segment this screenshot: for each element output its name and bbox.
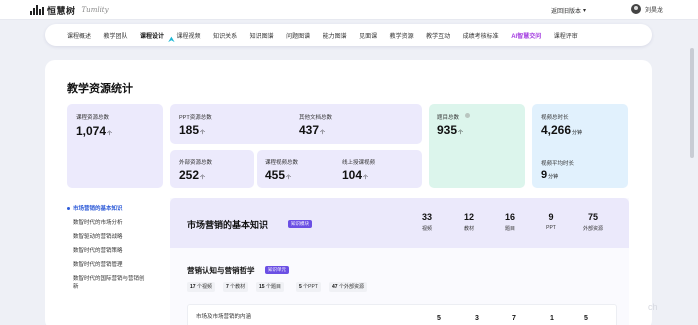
stat-value: 437个: [299, 123, 326, 137]
tab-teaching-resources[interactable]: 教学资源: [390, 31, 414, 40]
row-value: 3: [475, 315, 479, 322]
tab-knowledge-graph[interactable]: 知识图谱: [250, 31, 274, 40]
stat-label: 外部资源总数: [179, 160, 213, 166]
stat-value: 9分钟: [541, 169, 559, 181]
page-scrollbar[interactable]: [690, 48, 694, 158]
stat-label: 题目总数: [437, 115, 460, 121]
stat-value: 185个: [179, 123, 206, 137]
unit-pill-questions: 15 个题目: [256, 282, 284, 292]
unit-pill-textbooks: 7 个教材: [223, 282, 249, 292]
row-value: 5: [584, 315, 588, 322]
unit-pill-videos: 17 个视频: [187, 282, 215, 292]
tab-course-overview[interactable]: 课程概述: [67, 31, 91, 40]
table-row[interactable]: 市场及市场营销的内涵 5 3 7 1 5: [187, 304, 617, 325]
tab-grading-standard[interactable]: 成绩考核标准: [463, 31, 499, 40]
version-switch[interactable]: 返回旧版本 ▾: [551, 6, 586, 15]
stat-label: PPT资源总数: [179, 115, 212, 121]
row-value: 5: [437, 315, 441, 322]
menu-item-chapter-5[interactable]: 数智时代的营销管理: [67, 258, 163, 272]
tab-knowledge-relation[interactable]: 知识关系: [213, 31, 237, 40]
tab-question-graph[interactable]: 问题图谱: [286, 31, 310, 40]
logo-bars-icon: [30, 5, 44, 15]
app-logo[interactable]: 恒慧树 Tumlity: [30, 4, 109, 16]
header-stat-videos: 33 视频: [421, 212, 432, 232]
logo-script: Tumlity: [81, 6, 109, 14]
stat-value: 935个: [437, 123, 464, 137]
row-value: 1: [550, 315, 554, 322]
watermark: ch: [648, 302, 658, 312]
section-title: 教学资源统计: [67, 83, 133, 95]
chevron-down-icon: ▾: [583, 8, 587, 14]
unit-pill-ppt: 5 个PPT: [296, 282, 321, 292]
stat-label: 视频平均时长: [541, 161, 575, 167]
module-tag: 知识模块: [288, 220, 312, 228]
tab-ability-graph[interactable]: 能力图谱: [323, 31, 347, 40]
tab-course-video[interactable]: 课程视频: [177, 31, 201, 40]
stat-value: 104个: [342, 168, 369, 182]
stat-group-docs: PPT资源总数 185个 其他文档总数 437个: [170, 104, 422, 144]
tab-course-design[interactable]: 课程设计: [140, 31, 164, 40]
module-header: 市场营销的基本知识 知识模块 33 视频 12 教材 16 题目 9 PPT 7…: [170, 198, 629, 248]
stat-external: 外部资源总数 252个: [170, 150, 254, 188]
tab-teaching-interaction[interactable]: 教学互动: [426, 31, 450, 40]
menu-item-chapter-6[interactable]: 数智时代的国际营销与营销创新: [67, 272, 147, 296]
stat-group-videos: 课程视频总数 455个 线上授课视频 104个: [257, 150, 422, 188]
info-icon[interactable]: [465, 113, 470, 118]
stat-value: 1,074个: [76, 124, 113, 138]
row-value: 7: [512, 315, 516, 322]
stat-questions: 题目总数 935个: [429, 104, 525, 188]
stat-label: 课程资源总数: [76, 115, 110, 121]
row-label: 市场及市场营销的内涵: [196, 314, 252, 320]
menu-item-chapter-2[interactable]: 数智时代的市场分析: [67, 216, 163, 230]
header-stat-questions: 16 题目: [504, 212, 515, 232]
menu-item-chapter-4[interactable]: 数智时代的营销策略: [67, 244, 163, 258]
tab-teaching-team[interactable]: 教学团队: [104, 31, 128, 40]
tab-meeting-class[interactable]: 见面课: [359, 31, 377, 40]
user-menu[interactable]: 刘昊龙: [631, 4, 663, 14]
course-nav: 课程概述 教学团队 课程设计 课程视频 知识关系 知识图谱 问题图谱 能力图谱 …: [45, 24, 652, 46]
unit-title: 营销认知与营销哲学: [187, 266, 255, 275]
stat-value: 455个: [265, 168, 292, 182]
stat-label: 其他文档总数: [299, 115, 333, 121]
menu-item-chapter-1[interactable]: 市场营销的基本知识: [67, 202, 163, 216]
menu-item-chapter-3[interactable]: 数智驱动的营销战略: [67, 230, 163, 244]
tab-ai-qa[interactable]: AI智慧交问: [511, 31, 541, 40]
user-name: 刘昊龙: [645, 7, 664, 14]
stat-course-total: 课程资源总数 1,074个: [67, 104, 163, 188]
unit-tag: 知识单元: [265, 266, 289, 274]
header-stat-ppt: 9 PPT: [546, 212, 556, 231]
logo-text: 恒慧树: [47, 5, 76, 16]
stat-value: 4,266分钟: [541, 123, 583, 137]
header-stat-external: 75 外部资源: [582, 212, 603, 232]
stat-value: 252个: [179, 168, 206, 182]
stat-label: 课程视频总数: [265, 160, 299, 166]
chapter-menu: 市场营销的基本知识 数智时代的市场分析 数智驱动的营销战略 数智时代的营销策略 …: [67, 202, 163, 296]
module-detail: 市场营销的基本知识 知识模块 33 视频 12 教材 16 题目 9 PPT 7…: [170, 198, 629, 325]
unit-pill-external: 47 个外部资源: [329, 282, 367, 292]
stat-duration: 视频总时长 4,266分钟 视频平均时长 9分钟: [532, 104, 628, 188]
header-stat-textbooks: 12 教材: [463, 212, 474, 232]
version-label: 返回旧版本: [551, 9, 582, 15]
avatar[interactable]: [631, 4, 641, 14]
mouse-cursor-icon: ⮝: [168, 35, 175, 44]
top-bar: 恒慧树 Tumlity 返回旧版本 ▾ 刘昊龙: [0, 0, 698, 20]
stat-label: 线上授课视频: [342, 160, 376, 166]
tab-course-review[interactable]: 课程评审: [554, 31, 578, 40]
module-title: 市场营销的基本知识: [187, 220, 269, 230]
stat-label: 视频总时长: [541, 115, 569, 121]
